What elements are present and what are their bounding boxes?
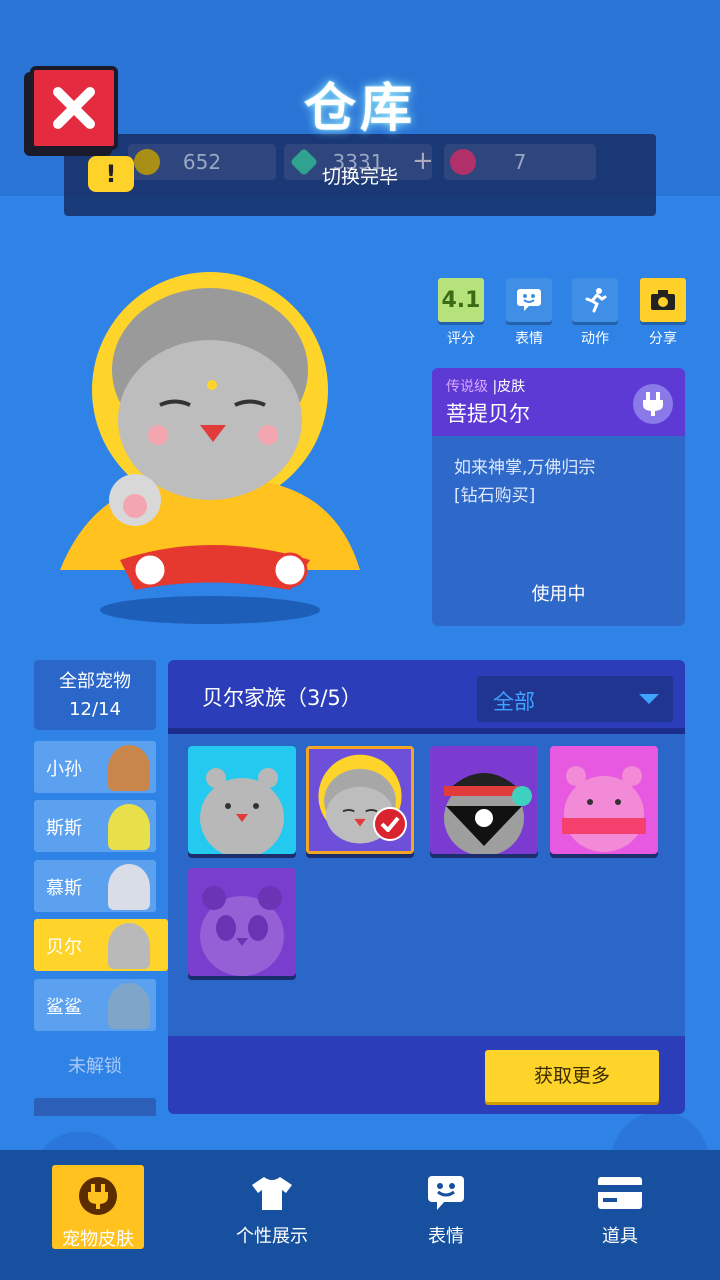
pet-item-snake[interactable]: 斯斯: [34, 800, 156, 852]
nav-profile-display[interactable]: 个性展示: [212, 1164, 332, 1248]
nav-items[interactable]: 道具: [560, 1164, 680, 1248]
in-use-status: 使用中: [531, 584, 586, 605]
toast-message: 切换完毕: [321, 166, 398, 188]
nav-pet-skins[interactable]: 宠物皮肤: [52, 1165, 144, 1250]
skin-tile-bodhi[interactable]: [306, 746, 414, 854]
bear-avatar: [108, 923, 150, 969]
skin-type: 皮肤: [497, 379, 526, 395]
pet-label: 贝尔: [46, 937, 82, 958]
close-button[interactable]: [30, 66, 118, 150]
locked-pet-item[interactable]: [34, 1098, 156, 1116]
plug-icon: [79, 1177, 117, 1215]
filter-dropdown[interactable]: 全部: [477, 676, 673, 722]
skin-info-card: 传说级 |皮肤 菩提贝尔 如来神掌,万佛归宗 [钻石购买] 使用中: [432, 368, 685, 626]
pet-label: 小孙: [46, 759, 82, 780]
pet-label: 斯斯: [46, 818, 82, 839]
description-line: 如来神掌,万佛归宗: [454, 458, 596, 478]
nav-label: 道具: [602, 1226, 638, 1247]
shark-avatar: [108, 983, 150, 1029]
tier-label: 传说级: [446, 379, 488, 395]
purchase-method: [钻石购买]: [454, 486, 536, 506]
bear-panda-image: [200, 886, 284, 976]
bear-pink-image: [562, 766, 646, 852]
emote-icon: [428, 1176, 464, 1210]
card-icon: [598, 1177, 642, 1209]
pet-label: 慕斯: [46, 878, 82, 899]
pet-count: 12/14: [69, 699, 121, 720]
currency-bar: 652 3331 + 7 ! 切换完毕: [64, 134, 656, 216]
close-icon: [53, 87, 95, 129]
motion-button[interactable]: 动作: [570, 278, 620, 348]
emote-button[interactable]: 表情: [504, 278, 554, 348]
nav-label: 表情: [428, 1226, 464, 1247]
skin-tile-classic[interactable]: [188, 746, 296, 854]
bear-pirate-image: [444, 773, 532, 854]
selected-check-icon: [373, 807, 407, 841]
speech-bubble-icon: [517, 289, 541, 311]
pet-item-shark[interactable]: 鲨鲨: [34, 979, 156, 1031]
rating-label: 评分: [447, 331, 475, 347]
motion-label: 动作: [581, 331, 609, 347]
plug-icon: [633, 384, 673, 424]
locked-section-label: 未解锁: [68, 1056, 122, 1077]
nav-emotes[interactable]: 表情: [386, 1164, 506, 1248]
nav-label: 个性展示: [236, 1226, 308, 1247]
header-divider: [168, 728, 685, 734]
mouse-avatar: [108, 864, 150, 910]
nav-label: 宠物皮肤: [62, 1229, 134, 1250]
rating-value: 4.1: [438, 278, 484, 322]
emote-label: 表情: [515, 331, 543, 347]
family-title: 贝尔家族（3/5）: [202, 686, 362, 710]
skin-description: 如来神掌,万佛归宗 [钻石购买]: [432, 436, 685, 510]
pet-item-mouse[interactable]: 慕斯: [34, 860, 156, 912]
action-buttons: 4.1 评分 表情 动作 分享: [430, 278, 690, 350]
pet-label: 鲨鲨: [46, 997, 82, 1018]
tshirt-icon: [252, 1177, 292, 1210]
pet-character-art: [60, 272, 360, 624]
get-more-button[interactable]: 获取更多: [485, 1050, 659, 1102]
skin-tile-pirate[interactable]: [430, 746, 538, 854]
monkey-avatar: [108, 745, 150, 791]
panel-header: 贝尔家族（3/5） 全部: [168, 660, 685, 734]
all-pets-label: 全部宠物: [59, 671, 131, 692]
snake-avatar: [108, 804, 150, 850]
share-button[interactable]: 分享: [638, 278, 688, 348]
bottom-navigation: 宠物皮肤 个性展示 表情 道具: [0, 1150, 720, 1280]
pet-item-bear[interactable]: 贝尔: [34, 919, 168, 971]
filter-value: 全部: [493, 690, 535, 714]
all-pets-tab[interactable]: 全部宠物 12/14: [34, 660, 156, 730]
skin-tile-panda[interactable]: [188, 868, 296, 976]
share-label: 分享: [649, 331, 677, 347]
rating-button[interactable]: 4.1 评分: [436, 278, 486, 348]
pet-item-monkey[interactable]: 小孙: [34, 741, 156, 793]
skin-panel: 贝尔家族（3/5） 全部 获取更多: [168, 660, 685, 1114]
bear-classic-image: [200, 768, 284, 854]
skin-info-header: 传说级 |皮肤 菩提贝尔: [432, 368, 685, 436]
camera-icon: [651, 290, 675, 310]
chevron-down-icon: [639, 694, 659, 704]
running-icon: [585, 288, 607, 313]
panel-footer: 获取更多: [168, 1036, 685, 1114]
skin-tile-pink[interactable]: [550, 746, 658, 854]
